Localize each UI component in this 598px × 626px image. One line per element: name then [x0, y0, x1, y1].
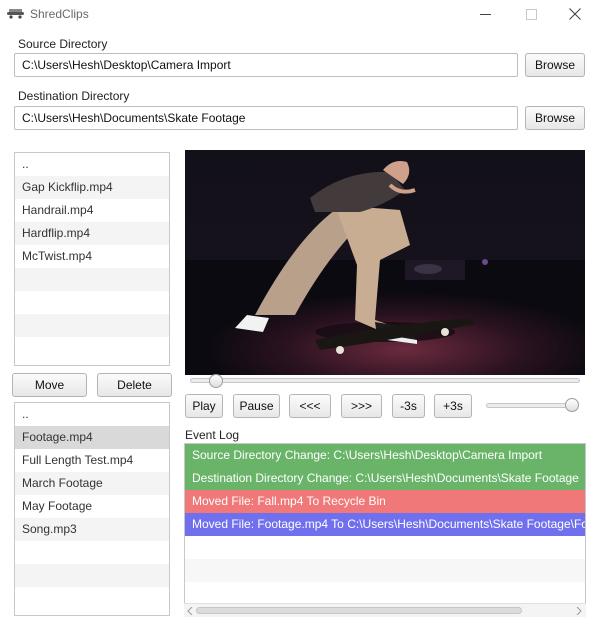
event-log-entry[interactable]: Moved File: Fall.mp4 To Recycle Bin — [185, 490, 585, 513]
list-item[interactable]: Hardflip.mp4 — [15, 222, 169, 245]
list-item[interactable]: May Footage — [15, 495, 169, 518]
event-log-entry[interactable]: Destination Directory Change: C:\Users\H… — [185, 467, 585, 490]
source-browse-button[interactable]: Browse — [525, 53, 585, 77]
event-log-label: Event Log — [185, 428, 240, 442]
scrollbar-thumb[interactable] — [196, 607, 522, 614]
pause-button[interactable]: Pause — [233, 394, 280, 418]
seek-slider-thumb[interactable] — [208, 374, 223, 388]
destination-file-list[interactable]: .. Footage.mp4 Full Length Test.mp4 March F… — [14, 402, 170, 616]
rewind-button[interactable]: <<< — [289, 394, 331, 418]
source-directory-input[interactable] — [14, 53, 518, 77]
destination-directory-input[interactable] — [14, 106, 518, 130]
destination-directory-label: Destination Directory — [18, 89, 130, 103]
list-item[interactable]: .. — [15, 403, 169, 426]
scroll-left-arrow-icon — [187, 607, 193, 615]
empty-list-row — [15, 268, 169, 291]
empty-list-row — [15, 291, 169, 314]
back-3s-button[interactable]: -3s — [392, 394, 425, 418]
event-log-entry[interactable]: Source Directory Change: C:\Users\Hesh\D… — [185, 444, 585, 467]
list-item[interactable]: .. — [15, 153, 169, 176]
fast-forward-button[interactable]: >>> — [341, 394, 382, 418]
destination-browse-button[interactable]: Browse — [525, 106, 585, 130]
empty-list-row — [15, 564, 169, 587]
play-button[interactable]: Play — [185, 394, 223, 418]
empty-list-row — [15, 314, 169, 337]
close-icon — [569, 8, 581, 20]
event-log-list[interactable]: Source Directory Change: C:\Users\Hesh\D… — [184, 443, 586, 617]
source-file-list[interactable]: .. Gap Kickflip.mp4 Handrail.mp4 Hardflip.m… — [14, 152, 170, 366]
list-item[interactable]: March Footage — [15, 472, 169, 495]
list-item[interactable]: Song.mp3 — [15, 518, 169, 541]
source-directory-label: Source Directory — [18, 37, 108, 51]
empty-list-row — [15, 541, 169, 564]
close-button[interactable] — [552, 0, 598, 28]
list-item[interactable]: Full Length Test.mp4 — [15, 449, 169, 472]
list-item[interactable]: Footage.mp4 — [15, 426, 169, 449]
maximize-icon — [525, 8, 537, 20]
empty-log-row — [185, 559, 585, 582]
maximize-button[interactable] — [508, 0, 554, 28]
delete-button[interactable]: Delete — [97, 373, 172, 397]
scroll-right-arrow-icon — [576, 607, 582, 615]
empty-log-row — [185, 582, 585, 605]
seek-track[interactable] — [190, 378, 580, 383]
video-preview[interactable] — [185, 150, 585, 375]
list-item[interactable]: Gap Kickflip.mp4 — [15, 176, 169, 199]
title-bar: ShredClips — [0, 0, 598, 28]
list-item[interactable]: McTwist.mp4 — [15, 245, 169, 268]
minimize-button[interactable] — [462, 0, 508, 28]
empty-list-row — [15, 587, 169, 610]
event-log-horizontal-scrollbar[interactable] — [184, 603, 586, 617]
skateboard-video-frame-image — [185, 150, 585, 375]
minimize-icon — [479, 13, 491, 15]
move-button[interactable]: Move — [12, 373, 87, 397]
app-skate-icon — [7, 9, 24, 19]
forward-3s-button[interactable]: +3s — [434, 394, 472, 418]
event-log-entry[interactable]: Moved File: Footage.mp4 To C:\Users\Hesh… — [185, 513, 585, 536]
volume-slider-thumb[interactable] — [565, 398, 579, 412]
window-title: ShredClips — [30, 7, 89, 21]
empty-list-row — [15, 337, 169, 360]
empty-log-row — [185, 536, 585, 559]
list-item[interactable]: Handrail.mp4 — [15, 199, 169, 222]
